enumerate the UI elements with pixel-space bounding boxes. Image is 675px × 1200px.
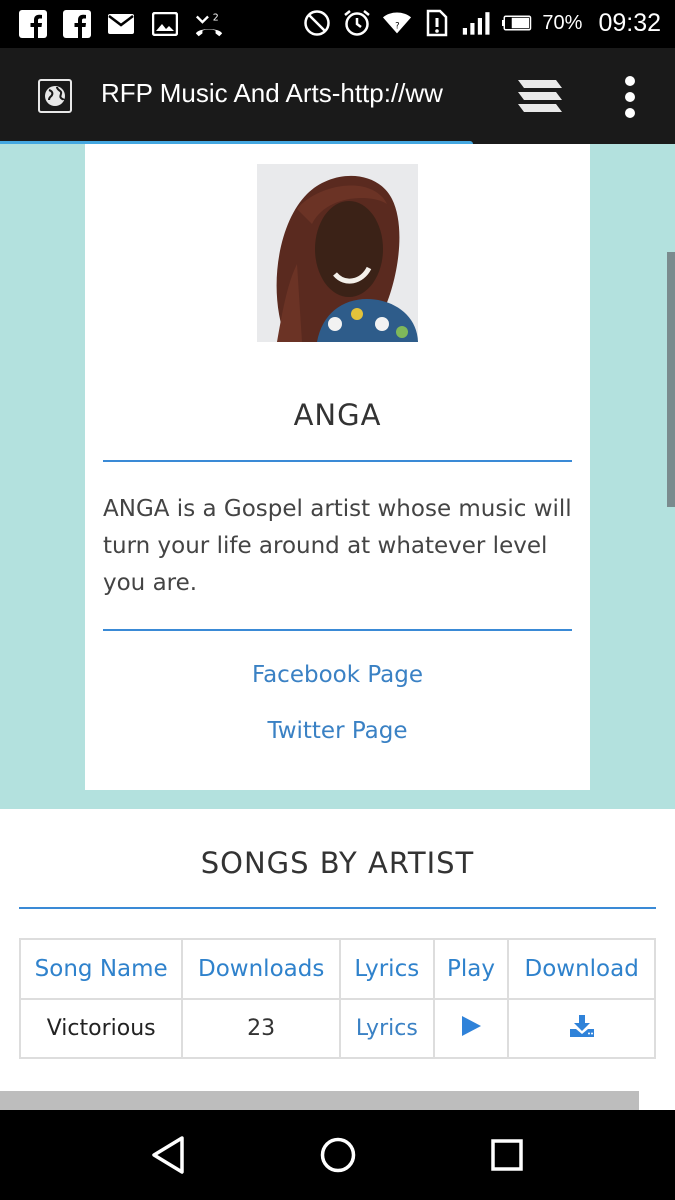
battery-icon	[502, 8, 532, 38]
do-not-disturb-icon	[302, 8, 332, 38]
lyrics-link[interactable]: Lyrics	[338, 998, 435, 1059]
missed-call-icon: 2	[194, 9, 224, 39]
overflow-menu-icon[interactable]	[620, 75, 640, 123]
signal-icon	[462, 8, 492, 38]
artist-photo	[257, 164, 418, 342]
alarm-icon	[342, 8, 372, 38]
download-cell	[507, 998, 656, 1059]
divider	[19, 907, 656, 909]
battery-percent: 70%	[542, 11, 583, 34]
song-name-cell: Victorious	[18, 998, 184, 1059]
songs-table: Song Name Downloads Lyrics Play Download…	[18, 938, 656, 1059]
divider	[103, 629, 572, 631]
facebook-icon	[62, 9, 92, 39]
column-header-song-name: Song Name	[18, 938, 184, 1000]
column-header-download: Download	[507, 938, 656, 1000]
recent-apps-icon[interactable]	[489, 1135, 525, 1179]
mail-icon	[106, 9, 136, 39]
twitter-page-link[interactable]: Twitter Page	[85, 718, 590, 744]
home-icon[interactable]	[319, 1135, 357, 1179]
notification-icons: 2	[18, 9, 224, 39]
table-header-row: Song Name Downloads Lyrics Play Download	[18, 938, 656, 1000]
divider	[103, 460, 572, 462]
svg-text:?: ?	[396, 21, 400, 31]
status-bar: 2 ? 70% 09:32	[0, 0, 675, 48]
artist-name: ANGA	[293, 398, 382, 432]
system-navigation-bar	[0, 1110, 675, 1200]
play-icon[interactable]	[460, 1015, 482, 1043]
facebook-icon	[18, 9, 48, 39]
download-icon[interactable]	[569, 1014, 595, 1044]
horizontal-scrollbar[interactable]	[0, 1091, 639, 1110]
downloads-count-cell: 23	[181, 998, 341, 1059]
songs-section-title: SONGS BY ARTIST	[200, 846, 475, 880]
system-indicators: ? 70% 09:32	[302, 8, 661, 38]
clock: 09:32	[598, 8, 661, 37]
play-cell	[432, 998, 510, 1059]
column-header-play: Play	[432, 938, 510, 1000]
image-icon	[150, 9, 180, 39]
sim-alert-icon	[422, 8, 452, 38]
table-row: Victorious 23 Lyrics	[18, 998, 656, 1059]
artist-bio: ANGA is a Gospel artist whose music will…	[103, 496, 572, 596]
vertical-scrollbar[interactable]	[667, 252, 675, 507]
page-title[interactable]: RFP Music And Arts-http://ww	[101, 78, 491, 109]
browser-app-bar: RFP Music And Arts-http://ww	[0, 48, 675, 144]
svg-text:2: 2	[213, 12, 219, 23]
facebook-page-link[interactable]: Facebook Page	[85, 662, 590, 688]
column-header-downloads: Downloads	[181, 938, 341, 1000]
back-icon[interactable]	[150, 1135, 186, 1179]
wifi-icon: ?	[382, 8, 412, 38]
column-header-lyrics: Lyrics	[338, 938, 435, 1000]
globe-icon[interactable]	[38, 79, 72, 113]
tabs-icon[interactable]	[516, 76, 564, 120]
